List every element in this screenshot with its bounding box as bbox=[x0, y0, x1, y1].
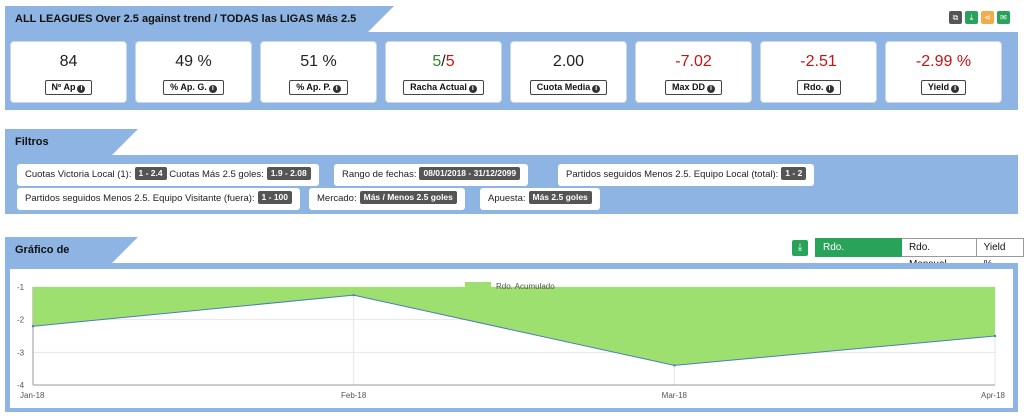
streak-losses: 5 bbox=[445, 53, 455, 70]
filters-panel: Cuotas Victoria Local (1): 1 - 2.4 Cuotas… bbox=[5, 155, 1018, 214]
y-tick-label: -2 bbox=[17, 316, 25, 325]
email-icon[interactable]: ✉ bbox=[997, 11, 1010, 24]
tab-cumulative-result[interactable]: Rdo. Acumulado bbox=[815, 238, 902, 270]
info-icon: i bbox=[951, 85, 960, 93]
filter-label: Cuotas Más 2.5 goles: bbox=[169, 169, 264, 180]
filter-value: 1.9 - 2.08 bbox=[266, 167, 311, 180]
data-point bbox=[673, 364, 676, 367]
y-tick-label: -3 bbox=[17, 348, 25, 357]
download-icon[interactable]: ⤓ bbox=[965, 11, 978, 24]
info-icon: i bbox=[77, 85, 86, 93]
results-chart: -1 -2 -3 -4Jan-18 Feb-18 Mar-18 Apr-18 Rdo. Acu… bbox=[17, 282, 1006, 400]
chart-download-icon[interactable]: ⤓ bbox=[792, 240, 808, 256]
stat-label[interactable]: Racha Actual i bbox=[403, 80, 484, 95]
y-tick-label: -4 bbox=[17, 381, 25, 390]
stat-value: 5/5 bbox=[386, 53, 501, 71]
filter-home-streak: Partidos seguidos Menos 2.5. Equipo Loca… bbox=[558, 164, 815, 186]
filter-away-streak: Partidos seguidos Menos 2.5. Equipo Visi… bbox=[17, 188, 301, 210]
filter-value: 1 - 2 bbox=[781, 167, 807, 180]
info-icon: i bbox=[592, 85, 601, 93]
info-icon: i bbox=[208, 85, 217, 93]
data-point bbox=[352, 293, 355, 297]
stat-card-max-dd: -7.02 Max DD i bbox=[635, 41, 752, 103]
legend-label: Rdo. Acumulado bbox=[496, 282, 555, 291]
x-tick-label: Mar-18 bbox=[662, 391, 688, 400]
stat-card-result: -2.51 Rdo. i bbox=[760, 41, 877, 103]
stat-card-win-pct: 49 % % Ap. G. i bbox=[135, 41, 252, 103]
x-tick-label: Feb-18 bbox=[341, 391, 367, 400]
stat-value: -2.99 % bbox=[915, 53, 972, 70]
copy-icon[interactable]: ⧉ bbox=[949, 11, 962, 24]
filter-label: Apuesta: bbox=[488, 193, 526, 204]
stat-label[interactable]: % Ap. G. i bbox=[163, 80, 224, 95]
y-tick-label: -1 bbox=[17, 283, 25, 292]
header-bar: ALL LEAGUES Over 2.5 against trend / TOD… bbox=[0, 6, 1024, 51]
stat-label[interactable]: % Ap. P. i bbox=[289, 80, 348, 95]
share-icon[interactable]: ⋖ bbox=[981, 11, 994, 24]
page-title: ALL LEAGUES Over 2.5 against trend / TOD… bbox=[5, 6, 394, 51]
filter-label: Rango de fechas: bbox=[342, 169, 417, 180]
chart-tabs: Rdo. Acumulado Rdo. Mensual Yield % bbox=[815, 238, 1024, 270]
stat-label[interactable]: Nº Ap i bbox=[44, 80, 93, 95]
filter-label: Partidos seguidos Menos 2.5. Equipo Loca… bbox=[566, 169, 779, 180]
filter-label: Mercado: bbox=[317, 193, 357, 204]
stat-label[interactable]: Max DD i bbox=[664, 80, 722, 95]
stat-value: -7.02 bbox=[675, 53, 712, 70]
info-icon: i bbox=[707, 85, 715, 93]
filter-market: Mercado: Más / Menos 2.5 goles bbox=[309, 188, 465, 210]
filter-date-range: Rango de fechas: 08/01/2018 - 31/12/2099 bbox=[334, 164, 529, 186]
streak-wins: 5 bbox=[432, 53, 442, 70]
stats-panel: 84 Nº Ap i 49 % % Ap. G. i 51 % % Ap. P. i … bbox=[5, 32, 1018, 110]
stat-value: 49 % bbox=[175, 53, 212, 70]
data-point bbox=[993, 334, 997, 338]
stat-card-streak: 5/5 Racha Actual i bbox=[385, 41, 502, 103]
x-tick-label: Apr-18 bbox=[981, 391, 1006, 400]
filter-bet: Apuesta: Más 2.5 goles bbox=[480, 188, 600, 210]
data-point bbox=[31, 325, 35, 328]
stat-value: 2.00 bbox=[552, 53, 585, 70]
filters-header: Filtros Seleccionados bbox=[0, 129, 1024, 174]
filter-value: Más / Menos 2.5 goles bbox=[359, 191, 457, 204]
tab-yield[interactable]: Yield % bbox=[976, 238, 1024, 270]
filter-label: Partidos seguidos Menos 2.5. Equipo Visi… bbox=[25, 193, 255, 204]
stat-label[interactable]: Cuota Media i bbox=[529, 80, 608, 95]
results-title: Gráfico de Resultados bbox=[5, 237, 138, 282]
chart-area: -1 -2 -3 -4 Jan-18 Feb-18 Mar-18 Apr-18 Rdo. Acu… bbox=[10, 269, 1013, 408]
area-series-fill bbox=[33, 287, 995, 366]
filter-value: Más 2.5 goles bbox=[528, 191, 592, 204]
stat-card-yield: -2.99 % Yield i bbox=[885, 41, 1002, 103]
filter-value: 08/01/2018 - 31/12/2099 bbox=[419, 167, 521, 180]
stat-label[interactable]: Rdo. i bbox=[796, 80, 841, 95]
info-icon: i bbox=[468, 85, 477, 93]
stat-value: 84 bbox=[59, 53, 78, 70]
filter-value: 1 - 100 bbox=[257, 191, 293, 204]
info-icon: i bbox=[825, 85, 834, 93]
stat-label[interactable]: Yield i bbox=[920, 80, 967, 95]
info-icon: i bbox=[332, 85, 341, 93]
x-tick-label: Jan-18 bbox=[20, 391, 45, 400]
stat-card-loss-pct: 51 % % Ap. P. i bbox=[260, 41, 377, 103]
filter-value: 1 - 2.4 bbox=[134, 167, 167, 180]
legend-swatch bbox=[465, 282, 491, 290]
filter-label: Cuotas Victoria Local (1): bbox=[25, 169, 132, 180]
tab-monthly-result[interactable]: Rdo. Mensual bbox=[901, 238, 977, 270]
filters-title: Filtros Seleccionados bbox=[5, 129, 138, 174]
filter-odds: Cuotas Victoria Local (1): 1 - 2.4 Cuotas… bbox=[17, 164, 319, 186]
stat-card-avg-odds: 2.00 Cuota Media i bbox=[510, 41, 627, 103]
stat-value: -2.51 bbox=[800, 53, 837, 70]
stat-value: 51 % bbox=[300, 53, 337, 70]
stat-card-appearances: 84 Nº Ap i bbox=[10, 41, 127, 103]
